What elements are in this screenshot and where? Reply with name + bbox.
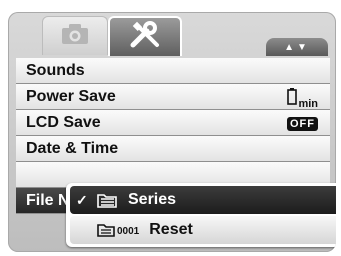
series-folder-icon (96, 191, 118, 209)
wrench-screwdriver-icon (127, 20, 163, 54)
submenu-item-label: Reset (149, 221, 193, 238)
power-save-value-text: min (298, 98, 318, 110)
menu-item-power-save[interactable]: Power Save min (16, 84, 330, 110)
camera-icon (60, 23, 90, 50)
menu-item-label: Date & Time (26, 140, 119, 157)
menu-item-label: LCD Save (26, 114, 101, 131)
check-icon: ✓ (76, 191, 88, 208)
submenu-item-reset[interactable]: 0001 Reset (70, 216, 336, 244)
menu-item-lcd-save[interactable]: LCD Save OFF (16, 110, 330, 136)
tab-setup[interactable] (108, 16, 182, 56)
reset-folder-icon: 0001 (96, 223, 139, 237)
off-badge: OFF (287, 117, 318, 131)
battery-icon (287, 88, 298, 110)
tab-camera[interactable] (42, 16, 108, 55)
menu-item-label: Power Save (26, 88, 116, 105)
power-save-value: min (287, 88, 318, 110)
scroll-indicator[interactable]: ▲▼ (266, 38, 328, 56)
menu-item-sounds[interactable]: Sounds (16, 58, 330, 84)
submenu-item-label: Series (128, 191, 177, 208)
file-numbering-submenu: ✓ Series 0001 Reset (66, 183, 336, 247)
reset-code: 0001 (117, 226, 140, 237)
menu-item-date-time[interactable]: Date & Time (16, 136, 330, 162)
lcd-save-value: OFF (287, 114, 318, 132)
menu-item-label: Sounds (26, 62, 85, 79)
submenu-item-series[interactable]: ✓ Series (70, 186, 336, 214)
camera-menu-screen: ▲▼ Sounds Power Save min LCD Save OFF Da… (8, 12, 336, 252)
